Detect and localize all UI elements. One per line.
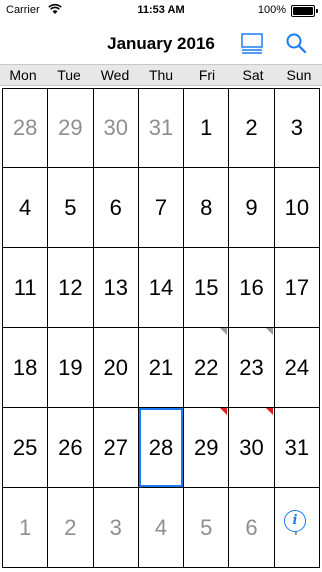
day-cell[interactable]: 4	[3, 168, 49, 247]
battery-icon	[291, 5, 318, 17]
day-cell[interactable]: 22	[184, 328, 230, 407]
weekday-label: Thu	[148, 67, 174, 83]
day-cell[interactable]: 21	[139, 328, 185, 407]
week-row: 11 12 13 14 15 16 17	[3, 248, 320, 328]
weekday-header: Mon Tue Wed Thu Fri Sat Sun	[0, 64, 322, 86]
day-number: 25	[12, 434, 38, 460]
day-cell[interactable]: 17	[275, 248, 320, 327]
day-cell[interactable]: 5	[184, 488, 230, 567]
day-cell[interactable]: 11	[3, 248, 49, 327]
day-number: 21	[148, 354, 174, 380]
day-cell[interactable]: 31	[139, 89, 185, 167]
day-number: 20	[103, 354, 128, 380]
day-cell[interactable]: 2	[48, 488, 94, 567]
week-row: 18 19 20 21 22 23 24	[3, 328, 320, 408]
day-number: 19	[58, 354, 83, 380]
day-cell[interactable]: 25	[3, 408, 49, 487]
day-cell[interactable]: 29	[184, 408, 230, 487]
list-view-button[interactable]	[240, 32, 264, 54]
day-cell[interactable]: 26	[48, 408, 94, 487]
day-cell[interactable]: 8	[184, 168, 230, 247]
day-number: 24	[284, 354, 310, 380]
week-row: 25 26 27 28 29 30 31	[3, 408, 320, 488]
day-cell[interactable]: 27	[94, 408, 139, 487]
day-number: 23	[239, 354, 264, 380]
day-cell[interactable]: 10	[275, 168, 320, 247]
event-marker-icon	[265, 328, 273, 335]
event-marker-icon	[220, 328, 228, 335]
day-cell[interactable]: 20	[94, 328, 139, 407]
day-cell[interactable]: 31	[275, 408, 320, 487]
day-cell-selected[interactable]: 28	[138, 408, 185, 487]
event-marker-icon	[265, 408, 273, 415]
day-number: 18	[12, 354, 38, 380]
day-cell[interactable]: 15	[184, 248, 230, 327]
day-cell[interactable]: 3	[94, 488, 139, 567]
day-cell[interactable]: 13	[94, 248, 139, 327]
day-number: 30	[239, 434, 264, 460]
day-cell[interactable]: 4	[139, 488, 185, 567]
day-cell[interactable]: 19	[48, 328, 94, 407]
weekday-label: Mon	[9, 67, 37, 83]
weekday-label: Sun	[286, 67, 312, 83]
week-row: 4 5 6 7 8 9 10	[3, 168, 320, 248]
day-cell[interactable]: 6	[94, 168, 139, 247]
status-bar: Carrier 11:53 AM 100%	[0, 0, 322, 20]
day-cell[interactable]: 2	[229, 89, 275, 167]
day-cell[interactable]: 1	[3, 488, 49, 567]
day-cell[interactable]: 12	[48, 248, 94, 327]
weekday-label: Tue	[57, 67, 81, 83]
day-number: 28	[148, 434, 174, 460]
event-marker-icon	[220, 408, 228, 415]
day-number: 27	[103, 434, 128, 460]
info-icon[interactable]: i	[284, 510, 306, 532]
day-cell[interactable]: 1	[184, 89, 230, 167]
day-cell[interactable]: 9	[229, 168, 275, 247]
calendar-grid: 28 29 30 31 1 2 3 4 5 6 7 8 9 10 11 12 1…	[2, 88, 320, 568]
search-icon	[286, 33, 307, 54]
day-number: 31	[284, 434, 310, 460]
day-cell[interactable]: 18	[3, 328, 49, 407]
day-cell[interactable]: 24	[275, 328, 320, 407]
day-cell[interactable]: 7	[139, 168, 185, 247]
day-number: 26	[58, 434, 83, 460]
weekday-label: Sat	[242, 67, 264, 83]
day-cell[interactable]: 23	[229, 328, 275, 407]
day-cell[interactable]: 28	[3, 89, 49, 167]
day-cell[interactable]: 30	[94, 89, 139, 167]
weekday-label: Fri	[198, 67, 216, 83]
search-button[interactable]	[284, 31, 308, 55]
day-cell[interactable]: 30	[229, 408, 275, 487]
battery-percent: 100%	[257, 4, 286, 16]
list-icon	[241, 33, 263, 54]
month-title: January 2016	[107, 34, 215, 53]
day-cell[interactable]: 29	[48, 89, 94, 167]
day-number: 29	[194, 434, 219, 460]
weekday-label: Wed	[100, 67, 130, 83]
week-row: 28 29 30 31 1 2 3	[3, 88, 320, 168]
day-cell[interactable]: 16	[229, 248, 275, 327]
day-cell[interactable]: 14	[139, 248, 185, 327]
day-cell[interactable]: 6	[229, 488, 275, 567]
day-number: 22	[194, 354, 219, 380]
day-cell[interactable]: 3	[275, 89, 320, 167]
navigation-bar: January 2016	[0, 20, 322, 64]
week-row: 1 2 3 4 5 6 7	[3, 488, 320, 568]
day-cell[interactable]: 5	[48, 168, 94, 247]
